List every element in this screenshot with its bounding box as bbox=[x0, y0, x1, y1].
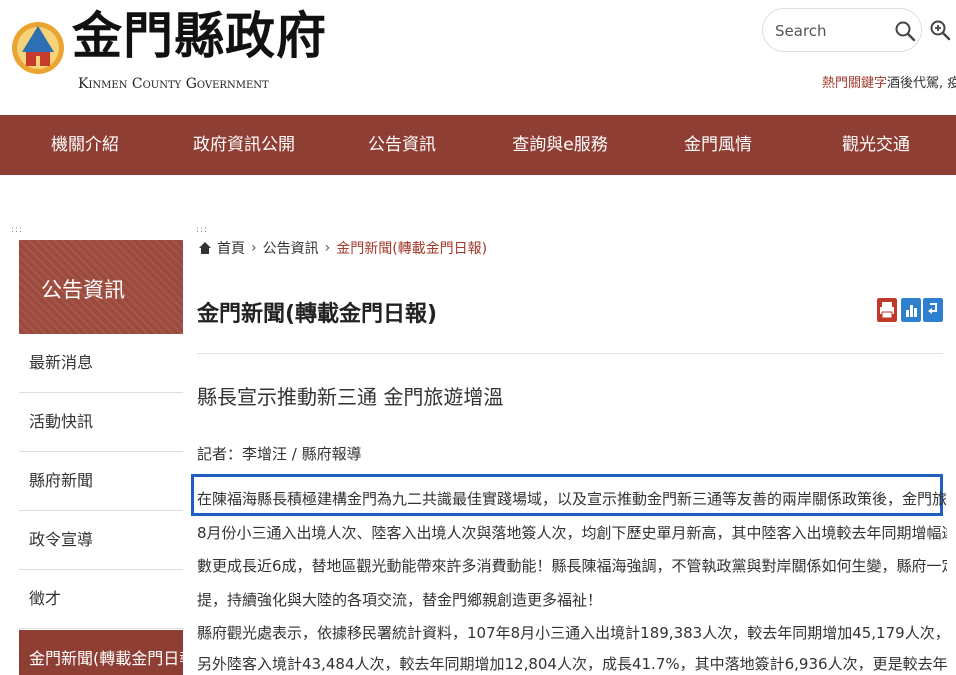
article-line: 另外陸客入境計43,484人次，較去年同期增加12,804人次，成長41.7%，… bbox=[197, 655, 947, 673]
sidebar-item-policy[interactable]: 政令宣導 bbox=[19, 511, 183, 570]
search-box bbox=[762, 8, 922, 52]
article-line: 提，持續強化與大陸的各項交流，替金門鄉親創造更多福祉！ bbox=[197, 591, 603, 609]
sidebar-item-recruitment[interactable]: 徵才 bbox=[19, 570, 183, 629]
zoom-in-icon[interactable] bbox=[928, 18, 952, 42]
page-title: 金門新聞(轉載金門日報) bbox=[197, 302, 438, 327]
article-title: 縣長宣示推動新三通 金門旅遊增溫 bbox=[197, 385, 504, 409]
breadcrumb: 首頁 › 公告資訊 › 金門新聞(轉載金門日報) bbox=[199, 238, 487, 260]
nav-item-announcements[interactable]: 公告資訊 bbox=[356, 115, 448, 175]
site-logo-subtitle: Kinmen County Government bbox=[78, 76, 269, 92]
accesskey-left-marker[interactable]: ::: bbox=[11, 226, 23, 235]
breadcrumb-home[interactable]: 首頁 bbox=[217, 241, 245, 257]
chevron-right-icon: › bbox=[251, 240, 257, 256]
chevron-right-icon: › bbox=[324, 240, 331, 256]
sidebar-item-latest-news[interactable]: 最新消息 bbox=[19, 334, 183, 393]
print-icon[interactable] bbox=[877, 298, 897, 322]
nav-item-e-services[interactable]: 查詢與e服務 bbox=[500, 115, 620, 175]
sidebar-item-kinmen-news[interactable]: 金門新聞(轉載金門日報) bbox=[19, 630, 183, 675]
sidebar-title: 公告資訊 bbox=[41, 278, 125, 302]
site-logo-title[interactable]: 金門縣政府 bbox=[72, 4, 327, 68]
article-byline: 記者：李增汪 / 縣府報導 bbox=[197, 445, 362, 463]
nav-item-about[interactable]: 機關介紹 bbox=[30, 115, 140, 175]
article-line: 8月份小三通入出境人次、陸客入出境人次與落地簽人次，均創下歷史單月新高，其中陸客… bbox=[197, 524, 947, 542]
main-nav: 機關介紹 政府資訊公開 公告資訊 查詢與e服務 金門風情 觀光交通 bbox=[0, 115, 956, 175]
search-icon[interactable] bbox=[893, 19, 917, 43]
site-header: 金門縣政府 Kinmen County Government 熱門關鍵字酒後代駕… bbox=[0, 0, 956, 115]
back-icon[interactable] bbox=[923, 298, 943, 322]
article-line: 縣府觀光處表示，依據移民署統計資料，107年8月小三通入出境計189,383人次… bbox=[197, 624, 947, 642]
hot-keywords: 熱門關鍵字酒後代駕, 疫情 bbox=[822, 72, 956, 92]
article-line: 在陳福海縣長積極建構金門為九二共識最佳實踐場域，以及宣示推動金門新三通等友善的兩… bbox=[197, 490, 947, 508]
article-line: 數更成長近6成，替地區觀光動能帶來許多消費動能！縣長陳福海強調，不管執政黨與對岸… bbox=[197, 557, 947, 575]
search-input[interactable] bbox=[775, 20, 885, 42]
nav-item-gov-info[interactable]: 政府資訊公開 bbox=[186, 115, 302, 175]
home-icon bbox=[199, 242, 211, 254]
breadcrumb-announcements[interactable]: 公告資訊 bbox=[263, 241, 319, 257]
nav-item-tourism-transport[interactable]: 觀光交通 bbox=[830, 115, 922, 175]
sidebar-item-county-news[interactable]: 縣府新聞 bbox=[19, 452, 183, 511]
accesskey-main-marker[interactable]: ::: bbox=[196, 226, 208, 235]
nav-item-kinmen-scenery[interactable]: 金門風情 bbox=[672, 115, 764, 175]
sidebar: 公告資訊 最新消息 活動快訊 縣府新聞 政令宣導 徵才 金門新聞(轉載金門日報) bbox=[19, 240, 183, 675]
sidebar-item-events[interactable]: 活動快訊 bbox=[19, 393, 183, 452]
hot-keywords-label: 熱門關鍵字 bbox=[822, 76, 888, 91]
title-divider bbox=[197, 353, 943, 354]
sidebar-header: 公告資訊 bbox=[19, 240, 183, 334]
chart-icon[interactable] bbox=[901, 298, 921, 322]
county-emblem-icon[interactable] bbox=[10, 8, 66, 88]
breadcrumb-current[interactable]: 金門新聞(轉載金門日報) bbox=[336, 241, 487, 257]
hot-keywords-links[interactable]: 酒後代駕, 疫情 bbox=[887, 76, 956, 91]
